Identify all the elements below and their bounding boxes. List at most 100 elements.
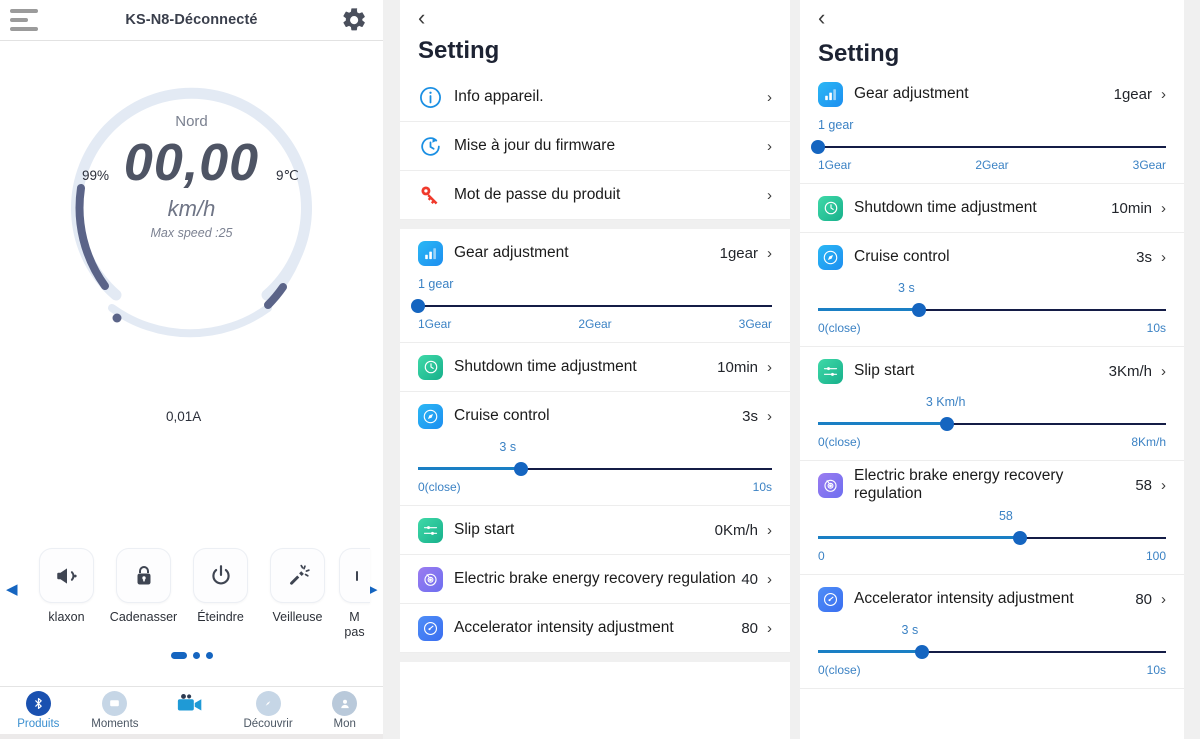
setting-row-header[interactable]: Info appareil. ›	[418, 73, 772, 121]
tab-produits[interactable]: Produits	[0, 687, 77, 730]
setting-row-header[interactable]: Cruise control 3s ›	[418, 392, 772, 440]
back-button[interactable]: ‹	[400, 0, 790, 29]
panel-gutter-2	[790, 0, 800, 739]
setting-row-header[interactable]: Gear adjustment 1gear ›	[818, 70, 1166, 118]
gauge-readout: Nord 00,00 km/h Max speed :25	[0, 113, 383, 240]
screenshot-root: KS-N8-Déconnecté Nord 00,00 km/h Max spe…	[0, 0, 1200, 739]
slider-track[interactable]	[818, 530, 1166, 546]
cruise-icon	[418, 403, 443, 429]
setting-row-value: 80	[1135, 590, 1152, 608]
slider-track[interactable]	[818, 302, 1166, 318]
setting-row: Cruise control 3s › 3 s 0(close) 10s	[400, 392, 790, 506]
setting-row-value: 3s	[1136, 248, 1152, 266]
quick-actions-prev-arrow[interactable]: ◀	[6, 580, 18, 598]
slider-end-labels: 0 100	[818, 549, 1166, 563]
slider-min-label: 0(close)	[818, 435, 861, 449]
setting-row-label: Mot de passe du produit	[454, 186, 621, 203]
slider-knob[interactable]	[513, 462, 528, 476]
dot-active[interactable]	[170, 652, 187, 659]
setting-row-header[interactable]: Electric brake energy recovery regulatio…	[418, 555, 772, 603]
bottom-tabbar: Produits Moments Découvrir Mon	[0, 686, 383, 735]
setting-slider[interactable]: 3 Km/h 0(close) 8Km/h	[818, 395, 1166, 460]
slider-knob[interactable]	[411, 299, 425, 313]
slider-end-labels: 0(close) 8Km/h	[818, 435, 1166, 449]
slider-track-fill	[818, 650, 923, 653]
slider-end-labels: 0(close) 10s	[818, 663, 1166, 677]
setting-slider[interactable]: 58 0 100	[818, 509, 1166, 574]
quick-action-klaxon[interactable]: klaxon	[28, 548, 105, 640]
setting-row-label: Accelerator intensity adjustment	[854, 590, 1074, 607]
quick-actions-row: ◀ ▶ klaxon Cadenasser Éteindre Veilleuse…	[0, 548, 383, 648]
setting-slider[interactable]: 3 s 0(close) 10s	[418, 440, 772, 505]
slider-min-label: 0(close)	[818, 321, 861, 335]
setting-row-header[interactable]: Slip start 0Km/h ›	[418, 506, 772, 554]
setting-row-header[interactable]: Mise à jour du firmware ›	[418, 122, 772, 170]
slider-track[interactable]	[811, 139, 1166, 155]
slider-knob[interactable]	[911, 303, 926, 317]
slider-track[interactable]	[818, 644, 1166, 660]
slider-knob[interactable]	[811, 140, 825, 154]
panel-gutter-1	[383, 0, 400, 739]
slider-track-background	[818, 146, 1166, 148]
slider-knob[interactable]	[939, 417, 954, 431]
hamburger-icon[interactable]	[10, 9, 40, 31]
bluetooth-icon	[25, 691, 51, 716]
slider-knob[interactable]	[1012, 531, 1027, 545]
gear-icon[interactable]	[340, 6, 368, 34]
tab-mon[interactable]: Mon	[306, 687, 383, 730]
quick-action-label: M pas	[344, 610, 365, 639]
slider-track-fill	[418, 467, 521, 470]
setting-title: Setting	[818, 40, 900, 67]
gauge-direction: Nord	[175, 113, 208, 130]
setting-slider[interactable]: 3 s 0(close) 10s	[818, 281, 1166, 346]
current-label: 0,01A	[166, 409, 202, 424]
dot[interactable]	[192, 652, 200, 659]
quick-action-cadenasser[interactable]: Cadenasser	[105, 548, 182, 640]
setting-row-header[interactable]: Shutdown time adjustment 10min ›	[818, 184, 1166, 232]
cruise-icon	[818, 244, 843, 270]
quick-actions-list: klaxon Cadenasser Éteindre Veilleuse M p…	[28, 548, 373, 640]
slider-knob[interactable]	[915, 645, 930, 659]
slider-track[interactable]	[411, 298, 772, 314]
partial-icon	[339, 548, 370, 603]
setting-row-value: 0Km/h	[714, 521, 758, 539]
slider-mid-label: 2Gear	[975, 158, 1009, 172]
slider-current-value: 58	[998, 509, 1013, 523]
slider-max-label: 10s	[752, 480, 772, 494]
setting-row-header[interactable]: Accelerator intensity adjustment 80 ›	[418, 604, 772, 652]
setting-row-header[interactable]: Cruise control 3s ›	[818, 233, 1166, 281]
tab-moments[interactable]: Moments	[77, 687, 154, 730]
setting-row-header[interactable]: Slip start 3Km/h ›	[818, 347, 1166, 395]
firmware-update-icon	[418, 134, 443, 159]
setting-row-header[interactable]: Mot de passe du produit ›	[418, 171, 772, 219]
quick-action-eteindre[interactable]: Éteindre	[182, 548, 259, 640]
back-button[interactable]: ‹	[800, 0, 1184, 29]
setting-row-label: Electric brake energy recovery regulatio…	[454, 570, 736, 587]
setting-row-label: Electric brake energy recovery regulatio…	[854, 467, 1064, 502]
slider-track[interactable]	[418, 461, 772, 477]
tab-camera[interactable]	[153, 687, 230, 717]
setting-slider[interactable]: 1 gear 1Gear 2Gear 3Gear	[811, 118, 1166, 183]
setting-slider[interactable]: 3 s 0(close) 10s	[818, 623, 1166, 688]
setting-slider[interactable]: 1 gear 1Gear 2Gear 3Gear	[411, 277, 772, 342]
flashlight-icon	[270, 548, 325, 603]
chevron-right-icon: ›	[1161, 476, 1166, 494]
dot[interactable]	[205, 652, 213, 659]
brake-recovery-icon	[818, 472, 843, 498]
tab-decouvrir[interactable]: Découvrir	[230, 687, 307, 730]
slider-track[interactable]	[818, 416, 1166, 432]
setting-row-header[interactable]: Accelerator intensity adjustment 80 ›	[818, 575, 1166, 623]
setting-row-header[interactable]: Gear adjustment 1gear ›	[418, 229, 772, 277]
chevron-right-icon: ›	[1161, 590, 1166, 608]
slip-start-icon	[418, 517, 443, 543]
quick-action-veilleuse[interactable]: Veilleuse	[259, 548, 336, 640]
chevron-right-icon: ›	[767, 521, 772, 539]
setting-rows-middle: Info appareil. › Mise à jour du firmware › M…	[400, 73, 790, 662]
page-indicator-dots	[0, 652, 383, 659]
setting-row-label: Slip start	[454, 521, 515, 538]
gauge-speed-unit: km/h	[167, 196, 216, 221]
setting-row-header[interactable]: Electric brake energy recovery regulatio…	[818, 461, 1166, 509]
setting-row: Mot de passe du produit ›	[400, 171, 790, 220]
setting-row-header[interactable]: Shutdown time adjustment 10min ›	[418, 343, 772, 391]
quick-action-partial[interactable]: M pas	[336, 548, 373, 640]
